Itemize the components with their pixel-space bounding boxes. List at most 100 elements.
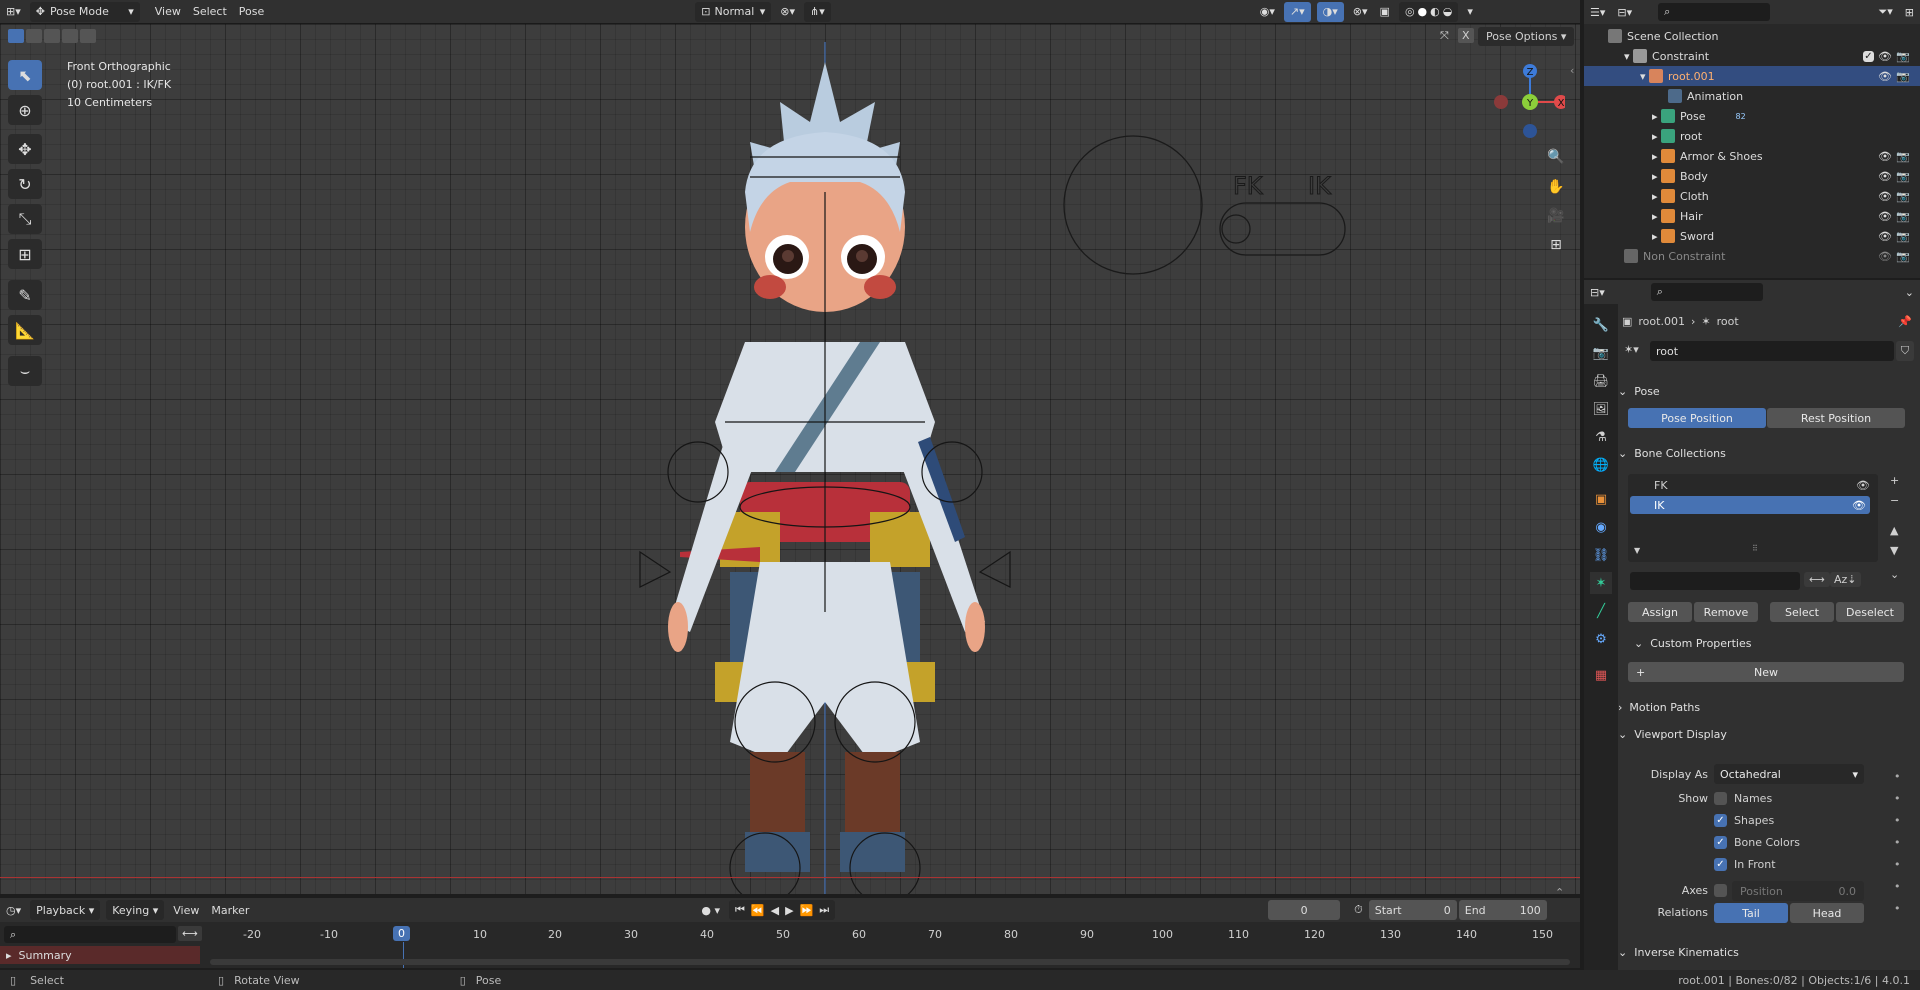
camera-icon[interactable]: 📷 xyxy=(1896,50,1910,63)
relax-pose-tool-icon[interactable]: ⌣ xyxy=(8,356,42,386)
eye-icon[interactable]: 👁 xyxy=(1878,230,1892,243)
transform-tool-icon[interactable]: ⊞ xyxy=(8,239,42,269)
outliner-row-hair[interactable]: ▸ Hair 👁 📷 xyxy=(1584,206,1920,226)
eye-icon[interactable]: 👁 xyxy=(1852,499,1866,512)
mode-dropdown[interactable]: ✥ Pose Mode ▾ xyxy=(29,1,140,22)
shading-modes[interactable]: ◎ ● ◐ ◒ xyxy=(1398,1,1459,22)
bone-collection-fk[interactable]: FK 👁 xyxy=(1630,476,1876,494)
perspective-grid-icon[interactable]: ⊞ xyxy=(1545,234,1567,256)
select-extend-icon[interactable] xyxy=(26,29,42,43)
outliner-editor-type-icon[interactable]: ☰▾ xyxy=(1584,2,1611,22)
camera-icon[interactable]: 📷 xyxy=(1896,210,1910,223)
filter-icon[interactable]: ⏷▾ xyxy=(1872,2,1898,22)
move-tool-icon[interactable]: ✥ xyxy=(8,134,42,164)
outliner-row-armor-shoes[interactable]: ▸ Armor & Shoes 👁 📷 xyxy=(1584,146,1920,166)
eye-icon[interactable]: 👁 xyxy=(1878,170,1892,183)
deselect-button[interactable]: Deselect xyxy=(1836,602,1904,622)
show-bone-colors-checkbox[interactable]: ✓ xyxy=(1714,836,1727,849)
eye-icon[interactable]: 👁 xyxy=(1878,70,1892,83)
viewport-display-panel-header[interactable]: ⌄ Viewport Display xyxy=(1618,723,1914,745)
invert-filter-icon[interactable]: ⟷ xyxy=(1804,572,1830,587)
new-property-button[interactable]: + New xyxy=(1628,662,1904,682)
eye-icon[interactable]: 👁 xyxy=(1856,479,1870,492)
jump-start-icon[interactable]: ⏮ xyxy=(735,903,745,917)
material-shading-icon[interactable]: ◐ xyxy=(1430,5,1440,18)
custom-properties-header[interactable]: ⌄ Custom Properties xyxy=(1634,632,1920,654)
specials-menu-icon[interactable]: ⌄ xyxy=(1890,568,1899,581)
properties-search-input[interactable]: ⌕ xyxy=(1650,283,1763,301)
constraints-tab-icon[interactable]: ⛓ xyxy=(1590,544,1612,566)
channel-swap-icon[interactable]: ⟷ xyxy=(178,926,202,941)
assign-button[interactable]: Assign xyxy=(1628,602,1692,622)
tool-tab-icon[interactable]: 🔧 xyxy=(1590,314,1612,336)
orientation-dropdown[interactable]: ⊡ Normal ▾ xyxy=(695,1,772,22)
object-tab-icon[interactable]: ▣ xyxy=(1590,488,1612,510)
outliner-row-root001[interactable]: ▾ root.001 👁 📷 xyxy=(1584,66,1920,86)
shading-dropdown-icon[interactable]: ▾ xyxy=(1461,2,1479,22)
camera-icon[interactable]: 📷 xyxy=(1896,150,1910,163)
relations-head-button[interactable]: Head xyxy=(1790,903,1864,923)
pose-position-button[interactable]: Pose Position xyxy=(1628,408,1766,428)
eye-icon[interactable]: 👁 xyxy=(1878,50,1892,63)
solid-shading-icon[interactable]: ● xyxy=(1418,5,1428,18)
collection-filter-input[interactable] xyxy=(1630,572,1800,590)
motion-paths-panel-header[interactable]: › Motion Paths xyxy=(1618,696,1914,718)
timeline-scrollbar[interactable] xyxy=(210,959,1570,965)
render-tab-icon[interactable]: 📷 xyxy=(1590,342,1612,364)
snap-icon[interactable]: ⋔▾ xyxy=(804,1,831,22)
xray-icon[interactable]: ⊗▾ xyxy=(1347,2,1374,22)
overlay-visibility-icon[interactable]: ◉▾ xyxy=(1254,2,1281,22)
pan-hand-icon[interactable]: ✋ xyxy=(1545,176,1567,198)
select-intersect-icon[interactable] xyxy=(80,29,96,43)
record-icon[interactable]: ● ▾ xyxy=(695,900,726,920)
editor-type-button[interactable]: ⊞▾ xyxy=(0,2,27,22)
menu-select[interactable]: Select xyxy=(187,2,233,22)
bone-collection-ik[interactable]: IK 👁 xyxy=(1630,496,1870,514)
bone-tab-icon[interactable]: ╱ xyxy=(1590,600,1612,622)
ik-fk-switch-widget[interactable]: FK IK xyxy=(1060,134,1360,304)
list-resize-handle[interactable]: ⠿ xyxy=(1752,544,1758,553)
menu-pose[interactable]: Pose xyxy=(233,2,270,22)
character-model[interactable] xyxy=(600,42,1050,894)
menu-playback[interactable]: Playback ▾ xyxy=(30,900,101,920)
show-in-front-checkbox[interactable]: ✓ xyxy=(1714,858,1727,871)
select-mode-buttons[interactable] xyxy=(8,29,96,43)
jump-keyframe-back-icon[interactable]: ⏪ xyxy=(751,904,765,917)
gizmo-icon[interactable]: ↗▾ xyxy=(1283,1,1311,22)
jump-end-icon[interactable]: ⏭ xyxy=(819,903,829,917)
rotate-tool-icon[interactable]: ↻ xyxy=(8,169,42,199)
bone-constraints-tab-icon[interactable]: ⚙ xyxy=(1590,628,1612,650)
outliner-row-non-constraint[interactable]: Non Constraint 👁 📷 xyxy=(1584,246,1920,266)
output-tab-icon[interactable]: 🖨 xyxy=(1590,370,1612,392)
cursor-tool-icon[interactable]: ⊕ xyxy=(8,95,42,125)
mirror-x-icon[interactable]: X xyxy=(1458,28,1474,43)
move-up-icon[interactable]: ▲ xyxy=(1890,524,1898,537)
list-filter-toggle-icon[interactable]: ▼ xyxy=(1634,546,1640,555)
outliner-row-body[interactable]: ▸ Body 👁 📷 xyxy=(1584,166,1920,186)
toggle-xray-icon[interactable]: ▣ xyxy=(1374,2,1396,22)
select-subtract-icon[interactable] xyxy=(44,29,60,43)
transform-affect-icon[interactable]: ⤧ xyxy=(1440,29,1449,43)
rest-position-button[interactable]: Rest Position xyxy=(1767,408,1905,428)
camera-icon[interactable]: 📷 xyxy=(1896,250,1910,263)
summary-channel[interactable]: ▸ Summary xyxy=(0,946,200,964)
3d-viewport[interactable]: ⬉ ⊕ ✥ ↻ ⤡ ⊞ ✎ 📐 ⌣ Front Orthographic (0)… xyxy=(0,24,1580,894)
playback-controls[interactable]: ⏮ ⏪ ◀ ▶ ⏩ ⏭ xyxy=(729,900,836,920)
options-icon[interactable]: ⌄ xyxy=(1899,282,1920,302)
remove-button[interactable]: Remove xyxy=(1694,602,1758,622)
pose-panel-header[interactable]: ⌄ Pose xyxy=(1618,380,1914,402)
show-shapes-checkbox[interactable]: ✓ xyxy=(1714,814,1727,827)
frame-ruler[interactable]: -20 -10 0 10 20 30 40 50 60 70 80 90 100… xyxy=(205,924,1575,944)
outliner-row-constraint[interactable]: ▾ Constraint ✓ 👁 📷 xyxy=(1584,46,1920,66)
eye-icon[interactable]: 👁 xyxy=(1878,150,1892,163)
menu-view-timeline[interactable]: View xyxy=(167,900,205,920)
add-collection-icon[interactable]: + xyxy=(1890,474,1899,487)
display-as-dropdown[interactable]: Octahedral ▾ xyxy=(1714,764,1864,784)
remove-collection-icon[interactable]: − xyxy=(1890,494,1899,507)
menu-keying[interactable]: Keying ▾ xyxy=(106,900,165,920)
select-new-icon[interactable] xyxy=(8,29,24,43)
pivot-icon[interactable]: ⊗▾ xyxy=(774,2,801,22)
outliner-row-sword[interactable]: ▸ Sword 👁 📷 xyxy=(1584,226,1920,246)
camera-icon[interactable]: 📷 xyxy=(1896,230,1910,243)
current-frame-marker[interactable]: 0 xyxy=(393,926,410,941)
